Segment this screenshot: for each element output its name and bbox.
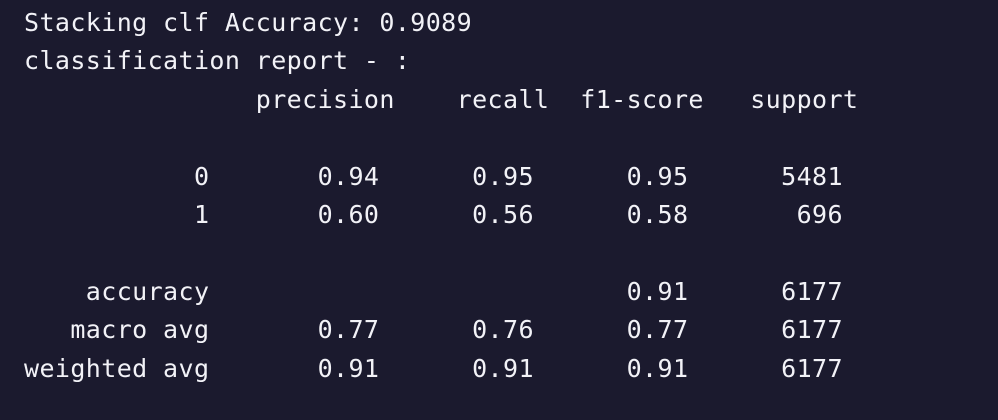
report-row-weighted-avg: weighted avg 0.91 0.91 0.91 6177 [24,353,843,383]
accuracy-line: Stacking clf Accuracy: 0.9089 [24,8,473,37]
console-output: Stacking clf Accuracy: 0.9089 classificat… [24,4,858,388]
report-row-macro-avg: macro avg 0.77 0.76 0.77 6177 [24,315,843,345]
report-header-row: precision recall f1-score support [24,84,859,114]
report-row-accuracy: accuracy 0.91 6177 [24,276,843,306]
output-panel: Stacking clf Accuracy: 0.9089 classificat… [0,0,998,420]
report-title: classification report - : [24,46,411,76]
report-row-class-1: 1 0.60 0.56 0.58 696 [24,199,843,229]
report-row-class-0: 0 0.94 0.95 0.95 5481 [24,161,843,191]
